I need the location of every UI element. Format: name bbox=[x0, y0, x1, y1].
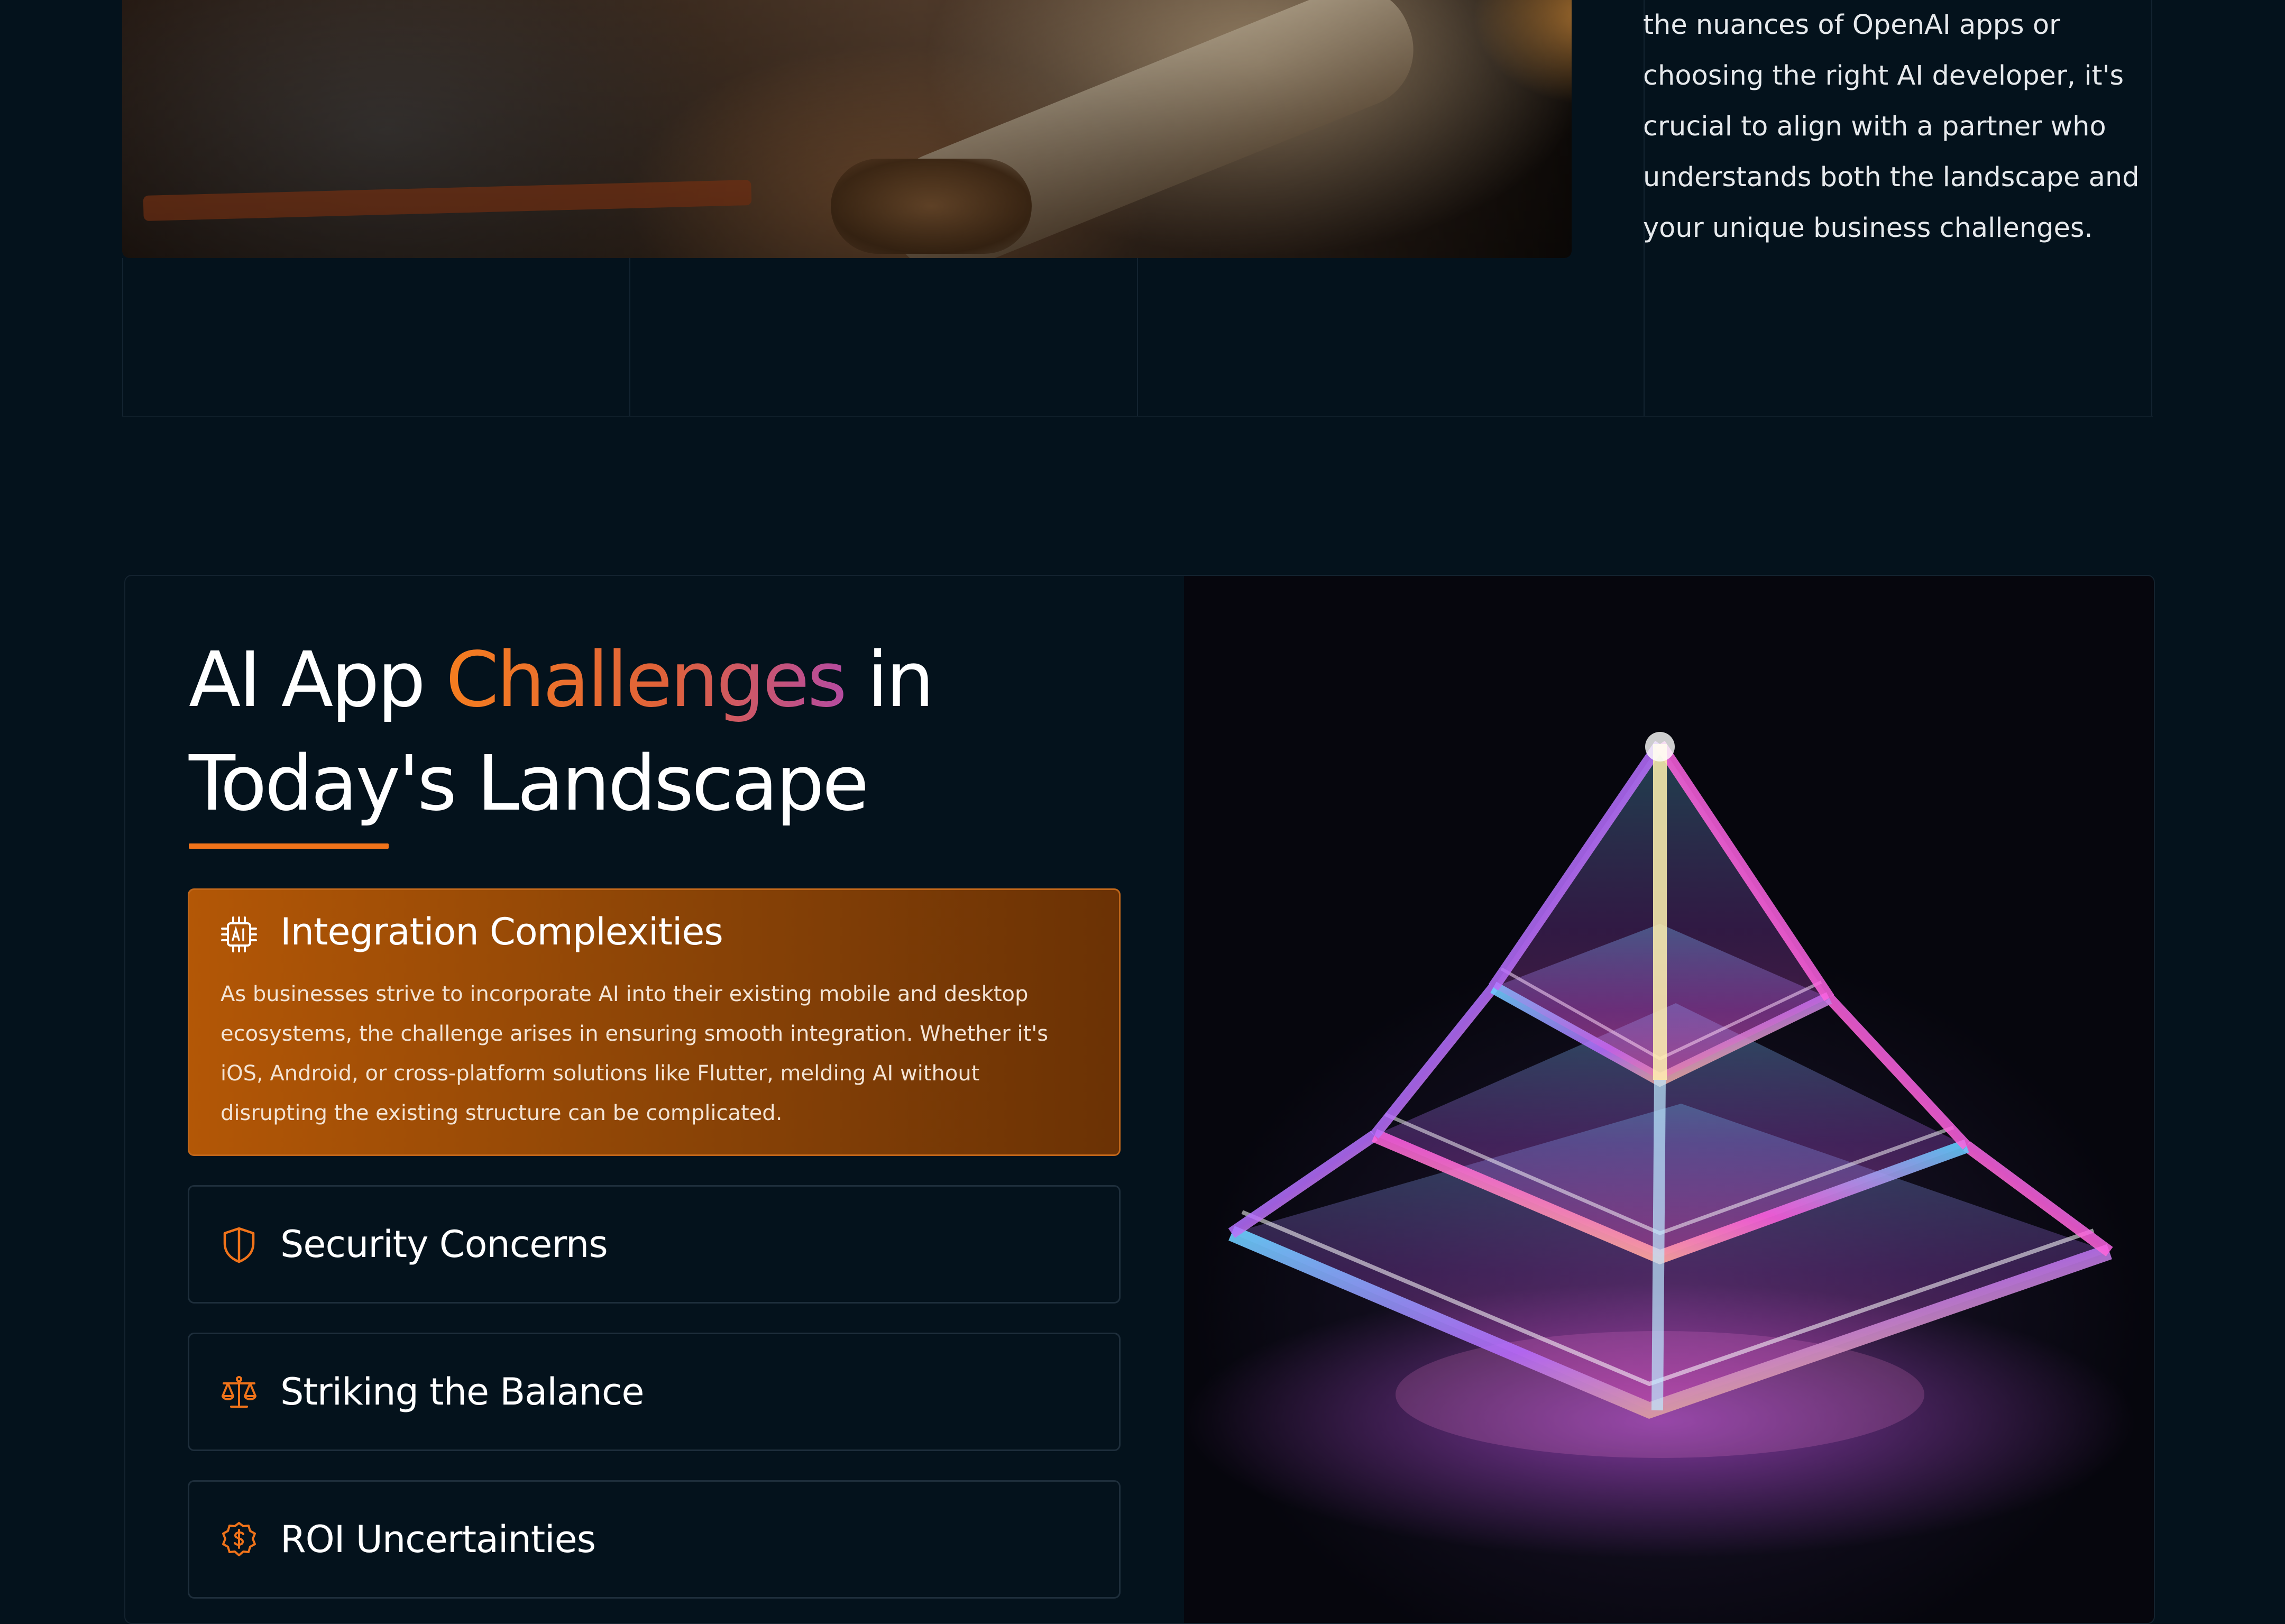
accordion-item-balance[interactable]: Striking the Balance bbox=[188, 1333, 1121, 1451]
grid-divider bbox=[122, 258, 123, 417]
grid-divider bbox=[629, 258, 630, 417]
accordion-item-roi[interactable]: ROI Uncertainties bbox=[188, 1480, 1121, 1599]
accordion-title: Integration Complexities bbox=[280, 910, 723, 953]
accordion-title: ROI Uncertainties bbox=[280, 1518, 596, 1561]
grid-bottom-border bbox=[122, 416, 2153, 417]
shield-icon bbox=[219, 1225, 259, 1264]
accordion-item-security[interactable]: Security Concerns bbox=[188, 1185, 1121, 1304]
ai-chip-icon bbox=[219, 915, 259, 954]
intro-section: the nuances of OpenAI apps or choosing t… bbox=[0, 0, 2285, 423]
grid-divider bbox=[1137, 258, 1138, 417]
title-text: AI App bbox=[189, 635, 446, 724]
title-underline bbox=[189, 843, 389, 849]
glass-pyramid-image bbox=[1184, 576, 2154, 1623]
challenges-card: AI App Challenges in Today's Landscape I… bbox=[124, 575, 2155, 1624]
scales-icon bbox=[219, 1373, 259, 1412]
child-and-robot-photo bbox=[122, 0, 1572, 258]
accordion-item-integration[interactable]: Integration Complexities As businesses s… bbox=[188, 888, 1121, 1156]
challenges-accordion: Integration Complexities As businesses s… bbox=[188, 888, 1121, 1623]
dollar-coin-icon bbox=[219, 1520, 259, 1559]
intro-paragraph: the nuances of OpenAI apps or choosing t… bbox=[1643, 10, 2140, 244]
accordion-title: Security Concerns bbox=[280, 1223, 608, 1266]
section-title: AI App Challenges in Today's Landscape bbox=[189, 628, 1194, 835]
accordion-title: Striking the Balance bbox=[280, 1370, 644, 1414]
accordion-body: As businesses strive to incorporate AI i… bbox=[221, 982, 1049, 1125]
title-highlight: Challenges bbox=[445, 635, 847, 724]
